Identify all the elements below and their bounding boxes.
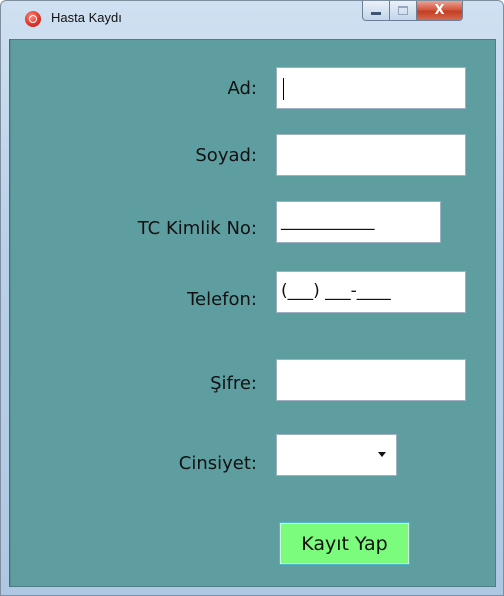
minimize-button[interactable] [362,1,390,21]
soyad-label: Soyad: [195,145,257,166]
panel-edge [9,39,12,587]
window: Hasta Kaydı X Ad: Soyad: TC Kimlik No: _… [0,0,504,596]
window-controls: X [362,1,463,27]
close-button[interactable]: X [417,1,463,21]
cinsiyet-select[interactable] [276,434,397,476]
telefon-mask: (___) ___-____ [281,281,391,301]
sifre-input[interactable] [276,359,466,401]
maximize-icon [398,6,408,15]
minimize-icon [371,12,381,15]
sifre-label: Şifre: [210,373,257,394]
soyad-input[interactable] [276,134,466,176]
title-bar[interactable]: Hasta Kaydı X [1,1,503,39]
app-record-icon [25,11,41,27]
telefon-label: Telefon: [187,289,257,310]
tc-label: TC Kimlik No: [137,218,257,239]
cinsiyet-label: Cinsiyet: [178,453,257,474]
maximize-button[interactable] [390,1,417,21]
window-title: Hasta Kaydı [51,10,122,25]
close-icon: X [434,3,445,18]
text-caret [283,78,284,100]
dropdown-arrow-icon [378,452,386,457]
ad-input[interactable] [276,67,466,109]
tc-mask: ___________ [281,211,375,231]
telefon-input[interactable]: (___) ___-____ [276,271,466,313]
form-panel [9,39,496,587]
kayit-yap-button[interactable]: Kayıt Yap [279,522,410,565]
tc-input[interactable]: ___________ [276,201,441,243]
ad-label: Ad: [227,78,258,99]
